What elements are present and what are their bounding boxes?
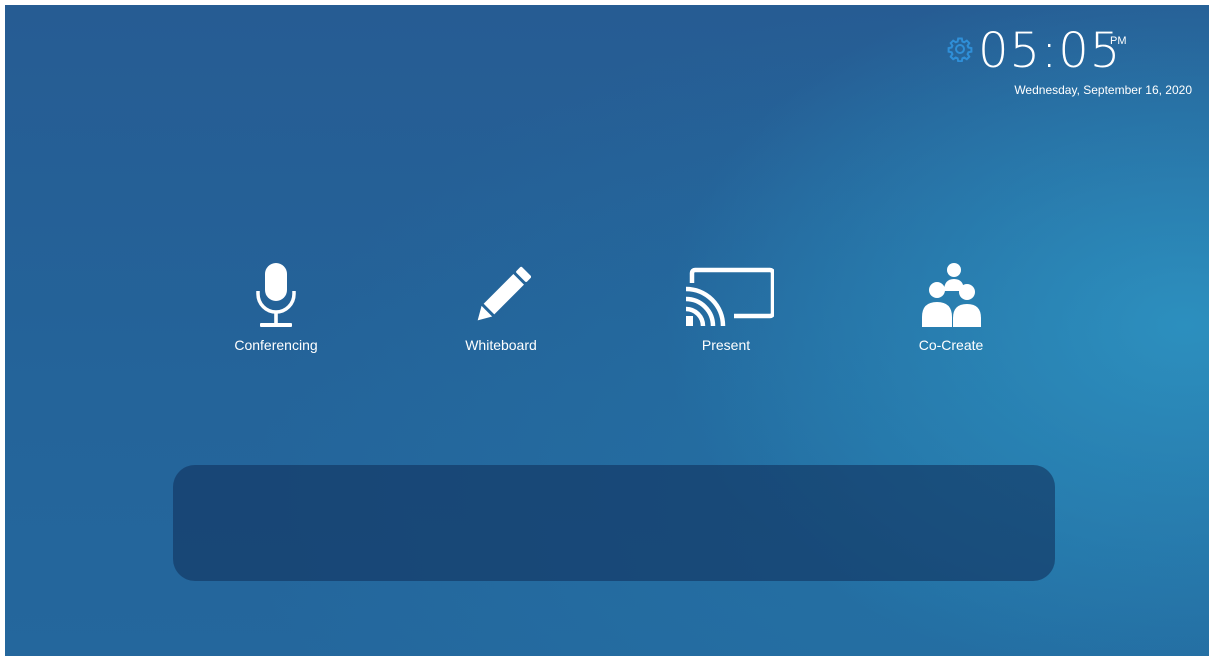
- dock-panel: [173, 465, 1055, 581]
- group-icon: [917, 261, 987, 329]
- app-label: Conferencing: [234, 337, 318, 353]
- clock-date: Wednesday, September 16, 2020: [1014, 83, 1192, 97]
- app-label: Co-Create: [918, 337, 984, 353]
- app-whiteboard[interactable]: Whiteboard: [441, 261, 561, 361]
- clock-time: 05:05: [978, 23, 1122, 79]
- cast-icon: [684, 261, 776, 329]
- app-cocreate[interactable]: Co-Create: [891, 261, 1011, 361]
- app-conferencing[interactable]: Conferencing: [216, 261, 336, 361]
- pencil-icon: [471, 261, 532, 329]
- clock-ampm: PM: [1110, 35, 1127, 47]
- app-present[interactable]: Present: [666, 261, 786, 361]
- app-label: Present: [701, 337, 751, 353]
- settings-button[interactable]: [947, 36, 973, 63]
- app-label: Whiteboard: [465, 337, 537, 353]
- home-screen: 05:05 PM Wednesday, September 16, 2020 C…: [5, 5, 1209, 656]
- clock-widget: 05:05 PM Wednesday, September 16, 2020: [932, 23, 1192, 99]
- gear-icon: [947, 37, 973, 63]
- microphone-icon: [246, 261, 306, 329]
